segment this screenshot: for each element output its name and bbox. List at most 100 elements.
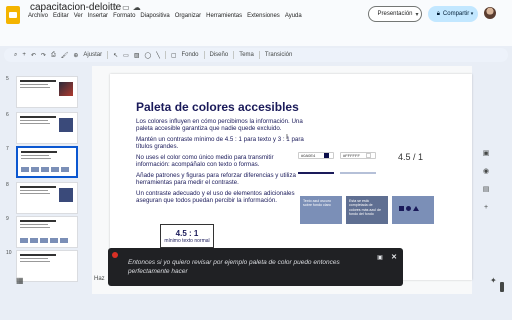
divider: [107, 51, 109, 59]
paragraph: Un contraste adecuado y el uso de elemen…: [136, 190, 295, 204]
undo-icon[interactable]: ↶: [31, 52, 36, 59]
thumbnail-5[interactable]: 5: [6, 76, 78, 108]
slide-thumbnail[interactable]: [16, 216, 78, 248]
zoom-icon[interactable]: ⊕: [73, 52, 78, 59]
avatar[interactable]: [484, 7, 496, 19]
diseno-button[interactable]: Diseño: [210, 52, 229, 58]
divider: [233, 51, 235, 59]
document-title[interactable]: capacitacion-deloitte: [30, 2, 121, 13]
tasks-icon[interactable]: ◉: [480, 166, 492, 176]
circle-icon: [406, 206, 411, 211]
toolbar: ⌕ + ↶ ↷ ⎙ 🖌︎ ⊕ Ajustar ↖ ▭ ▨ ◯ ╲ ▢ Fondo…: [4, 48, 508, 62]
image-icon[interactable]: ▨: [134, 52, 140, 59]
fondo-button[interactable]: Fondo: [182, 52, 199, 58]
close-icon[interactable]: ✕: [390, 253, 398, 261]
shapes-row: [399, 206, 431, 211]
slider-bar: [298, 172, 334, 174]
transicion-button[interactable]: Transición: [265, 52, 292, 58]
paragraph: Añade patrones y figuras para reforzar d…: [136, 172, 296, 186]
text-box-icon[interactable]: ▭: [123, 52, 129, 59]
paragraph: Mantén un contraste mínimo de 4.5 : 1 pa…: [136, 136, 304, 150]
print-icon[interactable]: ⎙: [51, 52, 56, 59]
slide-thumbnail-active[interactable]: [16, 146, 78, 178]
menu-editar[interactable]: Editar: [53, 13, 69, 19]
menu-archivo[interactable]: Archivo: [28, 13, 48, 19]
menu-ver[interactable]: Ver: [74, 13, 83, 19]
ratio-label: mínimo texto normal: [164, 237, 210, 244]
divider: [258, 51, 260, 59]
cloud-icon[interactable]: ☁: [133, 3, 144, 12]
comment-icon[interactable]: ▢: [171, 52, 177, 59]
new-slide-icon[interactable]: +: [22, 52, 26, 58]
divider: [203, 51, 205, 59]
paragraph: No uses el color como único medio para t…: [136, 154, 274, 168]
present-dropdown-icon[interactable]: ▾: [410, 6, 424, 22]
move-folder-icon[interactable]: ▭: [122, 3, 133, 12]
menu-bar: Archivo Editar Ver Insertar Formato Diap…: [28, 13, 302, 19]
line-icon[interactable]: ╲: [156, 52, 160, 59]
slide-title[interactable]: Paleta de colores accesibles: [136, 100, 299, 114]
menu-extensiones[interactable]: Extensiones: [247, 13, 280, 19]
add-on-icon[interactable]: +: [480, 202, 492, 212]
sample-card: Texto azul oscuro sobre fondo claro: [300, 196, 342, 224]
contrast-checker-image: #0A0E4 #FFFFFF 4.5 / 1: [298, 132, 448, 188]
caption-text: Entonces si yo quiero revisar por ejempl…: [128, 259, 340, 275]
keep-icon[interactable]: ▣: [480, 148, 492, 158]
contrast-ratio-display: 4.5 / 1: [398, 152, 424, 162]
search-menus-icon[interactable]: ⌕: [14, 52, 17, 59]
menu-herramientas[interactable]: Herramientas: [206, 13, 242, 19]
star-icon[interactable]: ☆: [112, 3, 122, 12]
top-bar: capacitacion-deloitte ☆▭☁ Archivo Editar…: [0, 0, 512, 46]
zoom-select[interactable]: Ajustar: [83, 52, 102, 58]
thumbnail-8[interactable]: 8: [6, 182, 78, 214]
share-dropdown-icon[interactable]: ▾: [467, 6, 477, 22]
caption-settings-icon[interactable]: ▣: [376, 253, 384, 261]
title-icons: ☆▭☁: [112, 3, 144, 12]
caption-overlay: Entonces si yo quiero revisar por ejempl…: [108, 248, 403, 286]
present-label: Presentación: [377, 11, 413, 17]
contacts-icon[interactable]: ▤: [480, 184, 492, 194]
menu-diapositiva[interactable]: Diapositiva: [140, 13, 169, 19]
thumbnail-10[interactable]: 10: [6, 250, 78, 282]
slide-number: 7: [6, 146, 9, 152]
thumbnail-6[interactable]: 6: [6, 112, 78, 144]
slide-body[interactable]: Los colores influyen en cómo percibimos …: [136, 118, 306, 208]
thumbnail-9[interactable]: 9: [6, 216, 78, 248]
slide-number: 5: [6, 76, 9, 82]
menu-formato[interactable]: Formato: [113, 13, 135, 19]
triangle-icon: [413, 206, 419, 211]
ratio-value: 4.5 : 1: [175, 228, 199, 238]
sample-card: Esta se está completada de colores más a…: [346, 196, 388, 224]
speaker-notes-hint[interactable]: Haz: [94, 276, 105, 282]
grid-view-icon[interactable]: ▦: [16, 276, 24, 285]
redo-icon[interactable]: ↷: [41, 52, 46, 59]
slide-thumbnail[interactable]: [16, 182, 78, 214]
sample-card-shapes: [392, 196, 434, 224]
slide-thumbnail[interactable]: [16, 76, 78, 108]
paragraph: Los colores influyen en cómo percibimos …: [136, 118, 303, 132]
shape-icon[interactable]: ◯: [144, 52, 151, 59]
bottom-bar: [0, 294, 512, 320]
card-text: Esta se está completada de colores más a…: [349, 199, 381, 217]
text-cursor-icon: I: [286, 134, 288, 141]
explore-icon[interactable]: ✦: [490, 276, 497, 285]
lock-icon: 🔒︎: [436, 10, 440, 17]
slide-number: 6: [6, 112, 9, 118]
divider: [164, 51, 166, 59]
menu-insertar[interactable]: Insertar: [88, 13, 108, 19]
paint-format-icon[interactable]: 🖌︎: [61, 52, 69, 59]
select-icon[interactable]: ↖: [113, 52, 118, 59]
menu-organizar[interactable]: Organizar: [175, 13, 201, 19]
contrast-ratio-box[interactable]: 4.5 : 1 mínimo texto normal: [160, 224, 214, 248]
card-text: Texto azul oscuro sobre fondo claro: [303, 199, 331, 208]
slider-bar: [340, 172, 376, 174]
record-icon: [112, 252, 118, 258]
thumbnail-7[interactable]: 7: [6, 146, 78, 178]
menu-ayuda[interactable]: Ayuda: [285, 13, 302, 19]
slides-logo-icon[interactable]: [6, 6, 20, 24]
tema-button[interactable]: Tema: [239, 52, 254, 58]
filmstrip[interactable]: 5 6 7 8 9 10: [0, 66, 90, 294]
slide-thumbnail[interactable]: [16, 112, 78, 144]
slide-thumbnail[interactable]: [16, 250, 78, 282]
side-panel-toggle[interactable]: [500, 282, 504, 292]
